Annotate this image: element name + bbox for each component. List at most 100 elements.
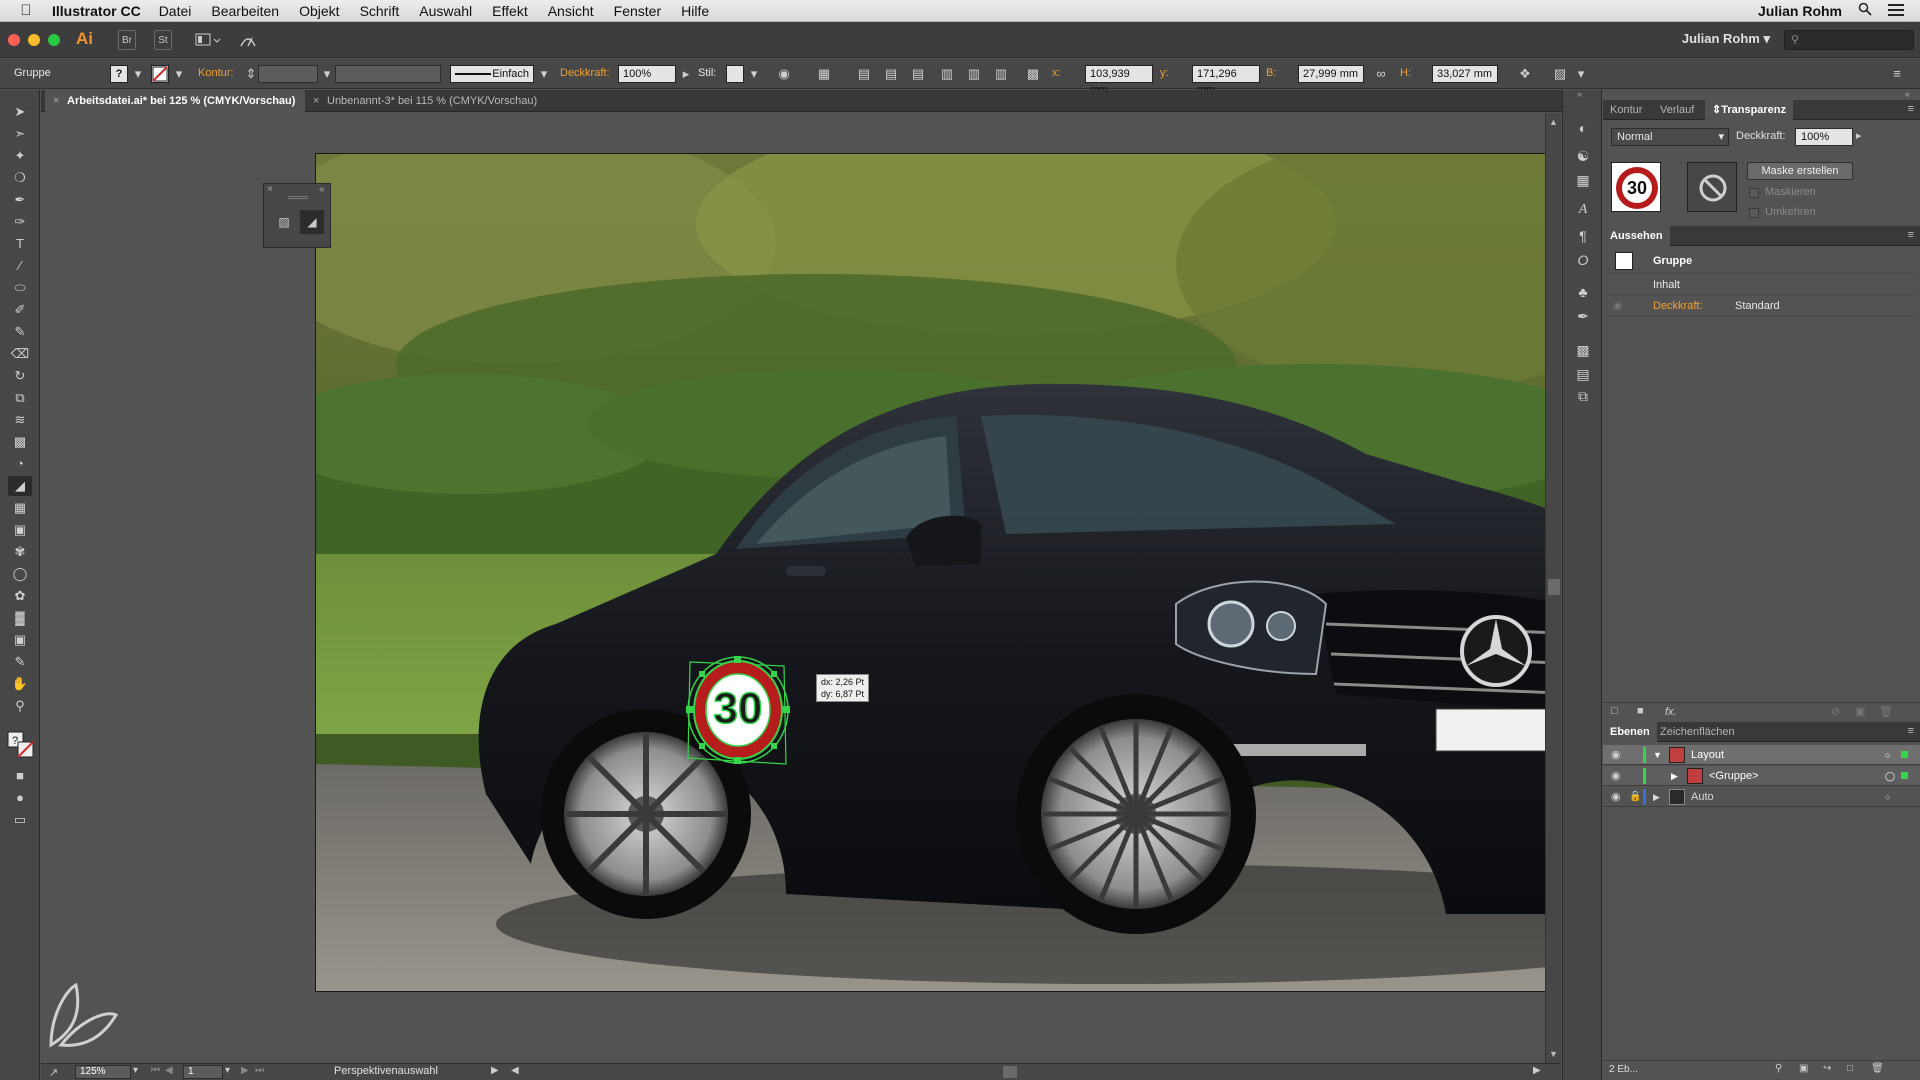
bridge-button[interactable]: Br [118,30,136,50]
artboard[interactable]: 30 dx: 2,26 Pt dy: 6,87 Pt [315,153,1547,992]
direct-selection-tool-icon[interactable]: ➣ [8,124,32,144]
status-menu-icon[interactable]: ▶ [491,1065,499,1076]
chevron-down-icon[interactable]: ▾ [745,65,763,83]
selection-indicator[interactable] [1901,751,1908,758]
eyedropper-tool-icon[interactable]: ✾ [8,542,32,562]
menu-auswahl[interactable]: Auswahl [419,3,472,19]
appearance-opacity-link[interactable]: Deckkraft: [1653,296,1703,316]
chevron-right-icon[interactable]: ▸ [677,65,695,83]
blob-brush-tool-icon[interactable]: ✎ [8,322,32,342]
panel-menu-icon[interactable]: ≡ [1908,103,1914,115]
gpu-performance-icon[interactable] [238,30,258,50]
make-clipping-mask-icon[interactable]: ▣ [1799,1063,1808,1074]
menu-datei[interactable]: Datei [159,3,192,19]
eye-icon[interactable]: ◉ [1611,787,1621,807]
pathfinder-icon[interactable]: ⧉ [1573,386,1593,406]
scroll-left-icon[interactable]: ◀ [511,1065,519,1076]
perspective-selection-icon[interactable]: ◢ [300,210,324,234]
stroke-color-swatch[interactable] [151,65,169,83]
minimize-window-button[interactable] [28,34,40,46]
color-icon[interactable]: ☯ [1573,146,1593,166]
character-icon[interactable]: A [1573,200,1593,220]
previous-artboard-icon[interactable]: ◀ [165,1065,173,1076]
close-icon[interactable]: × [267,184,273,195]
clear-appearance-icon[interactable]: ⊘ [1831,705,1840,718]
arrange-documents-icon[interactable] [194,30,222,50]
pen-tool-icon[interactable]: ✒ [8,190,32,210]
share-icon[interactable]: ↗ [49,1066,58,1079]
close-window-button[interactable] [8,34,20,46]
paintbrush-tool-icon[interactable]: ✐ [8,300,32,320]
eye-icon[interactable]: ◉ [1611,766,1621,786]
menu-app-name[interactable]: Illustrator CC [52,3,141,19]
menu-bearbeiten[interactable]: Bearbeiten [211,3,279,19]
panel-menu-icon[interactable]: ≡ [1908,229,1914,241]
opacity-value-input[interactable]: 100% [1795,128,1853,146]
layer-name[interactable]: <Gruppe> [1709,766,1759,786]
chevron-down-icon[interactable]: ▾ [535,65,553,83]
menubar-user[interactable]: Julian Rohm [1758,3,1842,19]
target-circle-icon[interactable]: ◯ [1885,766,1895,786]
eye-icon[interactable]: ◉ [1613,296,1623,316]
add-stroke-icon[interactable]: □ [1611,705,1618,717]
locate-object-icon[interactable]: ⚲ [1775,1063,1782,1074]
color-guide-icon[interactable]: ◐ [1573,118,1593,138]
eraser-tool-icon[interactable]: ⌫ [8,344,32,364]
stock-button[interactable]: St [154,30,172,50]
slice-tool-icon[interactable]: ✎ [8,652,32,672]
variable-width-profile[interactable] [335,65,441,83]
speed-limit-sign[interactable]: 30 [682,654,794,766]
align-left-icon[interactable]: ▤ [855,65,873,83]
apple-icon[interactable]:  [0,2,52,19]
scroll-thumb[interactable] [1548,579,1560,595]
mesh-tool-icon[interactable]: ▦ [8,498,32,518]
last-artboard-icon[interactable]: ⏭ [255,1065,264,1076]
layer-row-auto[interactable]: ◉ 🔒 ▶ Auto ○ [1603,787,1920,807]
perspective-grid-icon[interactable]: ▨ [272,210,296,234]
vertical-scrollbar[interactable]: ▲ ▼ [1545,113,1561,1063]
tab-zeichenflaechen[interactable]: Zeichenflächen [1653,722,1742,742]
align-middle-icon[interactable]: ▥ [965,65,983,83]
symbols-icon[interactable]: ♣ [1573,282,1593,302]
menu-fenster[interactable]: Fenster [614,3,661,19]
close-icon[interactable]: × [313,90,319,112]
rotate-tool-icon[interactable]: ↻ [8,366,32,386]
selection-tool-icon[interactable]: ➤ [8,102,32,122]
align-right-icon[interactable]: ▤ [909,65,927,83]
clip-checkbox[interactable] [1749,188,1759,198]
paragraph-icon[interactable]: ¶ [1573,226,1593,246]
width-input[interactable]: 27,999 mm [1298,65,1364,83]
mask-thumbnail[interactable] [1687,162,1737,212]
reference-point-icon[interactable]: ▩ [1024,65,1042,83]
hand-tool-icon[interactable]: ✋ [8,674,32,694]
notification-list-icon[interactable] [1888,3,1904,19]
kontur-label[interactable]: Kontur: [198,67,233,79]
blend-mode-select[interactable]: Normal ▾ [1611,128,1729,146]
scale-tool-icon[interactable]: ⧉ [8,388,32,408]
fx-icon[interactable]: fx. [1665,706,1677,718]
collapse-icon[interactable]: » [1577,89,1582,99]
gradient-tool-icon[interactable]: ▣ [8,520,32,540]
symbol-sprayer-tool-icon[interactable]: ✿ [8,586,32,606]
type-tool-icon[interactable]: T [8,234,32,254]
zoom-input[interactable]: 125% [75,1065,131,1079]
draw-mode-icon[interactable]: ● [8,788,32,808]
x-label[interactable]: x: [1052,67,1061,79]
tab-arbeitsdatei[interactable]: × Arbeitsdatei.ai* bei 125 % (CMYK/Vorsc… [45,90,306,112]
opentype-icon[interactable]: O [1573,250,1593,270]
collapse-triangle-icon[interactable]: ▶ [1671,766,1678,786]
create-mask-button[interactable]: Maske erstellen [1747,162,1853,180]
tab-unbenannt-3[interactable]: × Unbenannt-3* bei 115 % (CMYK/Vorschau) [305,90,547,112]
drag-handle[interactable] [288,196,308,199]
layer-name[interactable]: Auto [1691,787,1714,807]
transform-options-icon[interactable]: ▨ [1551,65,1569,83]
fill-stroke-swatches[interactable]: ? [6,730,36,760]
chevron-right-icon[interactable]: ▸ [1856,129,1862,142]
chevron-down-icon[interactable]: ▾ [133,1065,138,1076]
opacity-input[interactable]: 100% [618,65,676,83]
trash-icon[interactable]: 🗑 [1879,705,1893,718]
recolor-artwork-icon[interactable]: ◉ [775,65,793,83]
scroll-right-icon[interactable]: ▶ [1533,1065,1541,1076]
selection-indicator[interactable] [1901,772,1908,779]
align-top-icon[interactable]: ▥ [938,65,956,83]
